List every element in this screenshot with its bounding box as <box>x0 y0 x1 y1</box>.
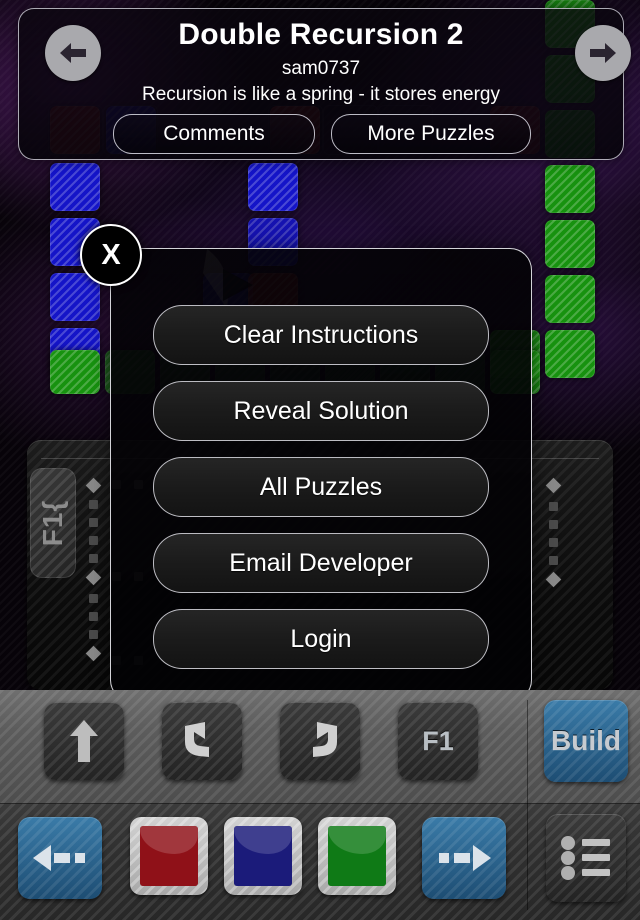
path-dot <box>89 612 98 621</box>
next-puzzle-button[interactable] <box>575 25 631 81</box>
menu-item-login[interactable]: Login <box>153 609 489 669</box>
color-swatch-red[interactable] <box>130 817 208 895</box>
grid-cell-green <box>545 220 595 268</box>
arrow-right-icon <box>590 43 616 63</box>
color-swatch-green[interactable] <box>318 817 396 895</box>
comments-label: Comments <box>163 122 265 145</box>
grid-cell-green <box>50 350 100 394</box>
path-dot <box>549 502 558 511</box>
build-button-label: Build <box>551 725 621 756</box>
path-dot <box>89 518 98 527</box>
list-icon <box>546 814 626 902</box>
redo-icon <box>280 702 360 780</box>
menu-item-all-puzzles[interactable]: All Puzzles <box>153 457 489 517</box>
path-dot <box>89 500 98 509</box>
more-puzzles-button[interactable]: More Puzzles <box>331 114 531 154</box>
prev-puzzle-button[interactable] <box>45 25 101 81</box>
swatch-color <box>234 826 292 886</box>
menu-list-button[interactable] <box>546 814 626 902</box>
function-f1-label: F1{ <box>37 499 68 547</box>
next-step-button[interactable] <box>422 817 506 899</box>
function-f1-chip[interactable]: F1{ <box>30 468 76 578</box>
undo-icon <box>162 702 242 780</box>
step-button[interactable] <box>44 702 124 780</box>
arrow-left-dashed-icon <box>18 817 102 899</box>
puzzle-info-panel: Double Recursion 2 sam0737 Recursion is … <box>18 8 631 160</box>
grid-cell-green <box>545 275 595 323</box>
path-dot <box>89 554 98 563</box>
menu-item-label: Email Developer <box>229 548 413 577</box>
redo-button[interactable] <box>280 702 360 780</box>
grid-cell-blue <box>248 163 298 211</box>
arrow-up-icon <box>44 702 124 780</box>
game-screen: F1{ Double Recursion 2 sam0737 Recursion… <box>0 0 640 920</box>
puzzle-description: Recursion is like a spring - it stores e… <box>142 84 500 105</box>
build-button[interactable]: Build <box>544 700 628 782</box>
toolbar-vertical-divider <box>527 700 528 910</box>
prev-step-button[interactable] <box>18 817 102 899</box>
more-puzzles-label: More Puzzles <box>367 122 495 145</box>
path-dot <box>89 630 98 639</box>
page-title: Double Recursion 2 <box>178 18 464 51</box>
toolbar-separator <box>0 803 640 804</box>
grid-cell-blue <box>50 163 100 211</box>
close-icon[interactable]: X <box>80 224 142 286</box>
f1-button-label: F1 <box>422 725 454 756</box>
menu-item-label: All Puzzles <box>259 472 383 501</box>
menu-item-clear-instructions[interactable]: Clear Instructions <box>153 305 489 365</box>
arrow-right-dashed-icon <box>422 817 506 899</box>
grid-cell-green <box>545 330 595 378</box>
menu-item-label: Clear Instructions <box>223 320 419 349</box>
close-label: X <box>101 238 121 271</box>
puzzle-author: sam0737 <box>281 58 361 79</box>
undo-button[interactable] <box>162 702 242 780</box>
menu-item-reveal-solution[interactable]: Reveal Solution <box>153 381 489 441</box>
arrow-left-icon <box>60 43 86 63</box>
path-dot <box>549 520 558 529</box>
path-dot <box>549 538 558 547</box>
menu-item-email-developer[interactable]: Email Developer <box>153 533 489 593</box>
swatch-color <box>140 826 198 886</box>
swatch-color <box>328 826 386 886</box>
path-dot <box>549 556 558 565</box>
grid-cell-green <box>545 165 595 213</box>
f1-button[interactable]: F1 <box>398 702 478 780</box>
path-dot <box>89 594 98 603</box>
color-swatch-blue[interactable] <box>224 817 302 895</box>
comments-button[interactable]: Comments <box>113 114 315 154</box>
path-dot <box>89 536 98 545</box>
menu-item-label: Login <box>290 624 352 653</box>
menu-item-label: Reveal Solution <box>233 396 409 425</box>
